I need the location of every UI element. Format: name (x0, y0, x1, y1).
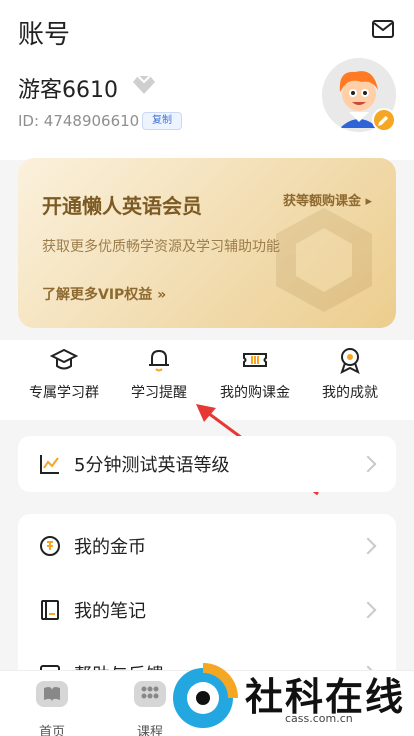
graduation-cap-icon (50, 348, 78, 370)
coin-icon (40, 536, 60, 556)
username: 游客6610 (18, 78, 118, 103)
vip-title: 开通懒人英语会员 (42, 194, 202, 218)
menu-item-coins-label: 我的金币 (74, 537, 146, 558)
edit-avatar-icon[interactable] (372, 108, 396, 132)
tab-home-label: 首页 (38, 725, 65, 736)
page-title: 账号 (18, 20, 71, 50)
feature-reminder[interactable]: 学习提醒 (111, 346, 207, 402)
medal-icon (340, 348, 360, 374)
feature-study-group[interactable]: 专属学习群 (16, 346, 112, 402)
chevron-right-icon (359, 537, 377, 555)
feature-achievements[interactable]: 我的成就 (302, 346, 398, 402)
account-header: 账号 游客6610 ID: 4748906610 复制 (0, 0, 414, 160)
watermark: 社科在线 cass.com.cn (165, 660, 414, 736)
diamond-icon (133, 75, 155, 94)
notebook-icon (41, 600, 59, 620)
english-test-card[interactable]: 5分钟测试英语等级 (18, 436, 396, 492)
vip-logo-icon (276, 208, 372, 312)
chart-line-icon (40, 455, 59, 474)
copy-button[interactable]: 复制 (142, 112, 182, 130)
watermark-url: cass.com.cn (285, 712, 353, 725)
ticket-icon (243, 353, 267, 367)
vip-subtitle: 获取更多优质畅学资源及学习辅助功能 (42, 239, 280, 255)
menu-card: 我的金币 我的笔记 帮助与反馈 (18, 514, 396, 686)
user-id: ID: 4748906610 (18, 112, 140, 130)
menu-item-notes[interactable]: 我的笔记 (18, 578, 396, 642)
vip-more-link[interactable]: 了解更多VIP权益 » (42, 284, 166, 304)
english-test-label: 5分钟测试英语等级 (74, 455, 230, 476)
menu-item-coins[interactable]: 我的金币 (18, 514, 396, 578)
chevron-right-icon (359, 601, 377, 619)
vip-banner[interactable]: 开通懒人英语会员 获取更多优质畅学资源及学习辅助功能 了解更多VIP权益 » 获… (18, 158, 396, 328)
grid-icon (134, 681, 166, 707)
vip-reward-link[interactable]: 获等额购课金 ▸ (283, 190, 372, 209)
tab-home[interactable]: 首页 (22, 679, 82, 736)
watermark-logo-icon (173, 663, 238, 728)
mail-icon[interactable] (372, 20, 394, 38)
feature-study-group-label: 专属学习群 (29, 385, 99, 401)
chevron-right-icon (359, 455, 377, 473)
book-icon (36, 681, 68, 707)
menu-item-notes-label: 我的笔记 (74, 601, 146, 622)
bell-icon (149, 349, 169, 372)
feature-course-credit[interactable]: 我的购课金 (207, 346, 303, 402)
